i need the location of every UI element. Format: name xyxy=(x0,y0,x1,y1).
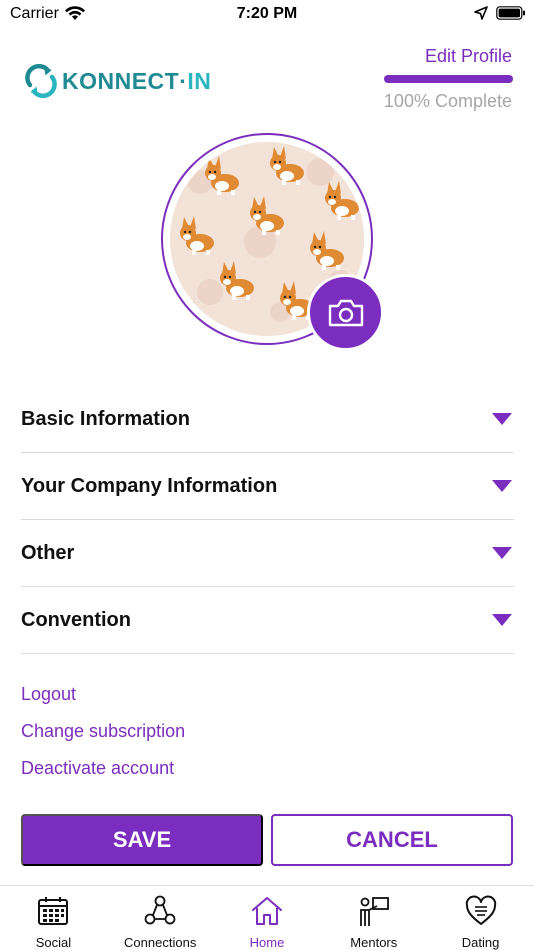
location-arrow-icon xyxy=(474,6,488,20)
logout-link[interactable]: Logout xyxy=(21,683,185,720)
section-company-information[interactable]: Your Company Information xyxy=(21,453,514,520)
clock: 7:20 PM xyxy=(236,5,298,22)
logo-text: KONNECT·IN xyxy=(62,68,212,94)
profile-progress-bar xyxy=(384,75,513,83)
change-photo-button[interactable] xyxy=(307,274,384,351)
mentor-presenter-icon xyxy=(359,897,389,926)
tab-home[interactable]: Home xyxy=(214,886,321,950)
caret-down-icon xyxy=(492,413,512,425)
change-subscription-link[interactable]: Change subscription xyxy=(21,720,185,757)
tab-label: Connections xyxy=(124,935,197,950)
battery-icon xyxy=(496,6,525,20)
tab-label: Home xyxy=(249,935,285,950)
tab-label: Social xyxy=(35,935,72,950)
section-label: Your Company Information xyxy=(21,475,278,497)
section-label: Basic Information xyxy=(21,408,190,430)
profile-sections: Basic Information Your Company Informati… xyxy=(21,386,514,654)
tab-social[interactable]: Social xyxy=(0,886,107,950)
camera-icon xyxy=(328,299,363,326)
heart-chat-icon xyxy=(465,895,496,925)
home-icon xyxy=(251,897,282,925)
tab-label: Mentors xyxy=(350,935,398,950)
sync-arrows-icon xyxy=(25,64,57,98)
tab-bar: Social Connections Home Mentors Dating xyxy=(0,885,534,950)
profile-progress-fill xyxy=(384,75,513,83)
caret-down-icon xyxy=(492,547,512,559)
profile-progress-label: 100% Complete xyxy=(383,91,512,111)
konnect-in-logo: KONNECT·IN xyxy=(24,62,214,98)
save-button[interactable]: SAVE xyxy=(21,814,263,866)
account-links: Logout Change subscription Deactivate ac… xyxy=(21,683,185,794)
tab-mentors[interactable]: Mentors xyxy=(320,886,427,950)
section-basic-information[interactable]: Basic Information xyxy=(21,386,514,453)
tab-dating[interactable]: Dating xyxy=(427,886,534,950)
caret-down-icon xyxy=(492,480,512,492)
status-bar: Carrier 7:20 PM xyxy=(0,0,534,30)
calendar-icon xyxy=(38,897,69,925)
section-other[interactable]: Other xyxy=(21,520,514,587)
cancel-button[interactable]: CANCEL xyxy=(271,814,513,866)
deactivate-account-link[interactable]: Deactivate account xyxy=(21,757,185,794)
tab-connections[interactable]: Connections xyxy=(107,886,214,950)
section-convention[interactable]: Convention xyxy=(21,587,514,654)
network-people-icon xyxy=(144,895,176,925)
section-label: Convention xyxy=(21,609,131,631)
tab-label: Dating xyxy=(461,935,500,950)
edit-profile-link[interactable]: Edit Profile xyxy=(425,46,512,67)
section-label: Other xyxy=(21,542,75,564)
caret-down-icon xyxy=(492,614,512,626)
